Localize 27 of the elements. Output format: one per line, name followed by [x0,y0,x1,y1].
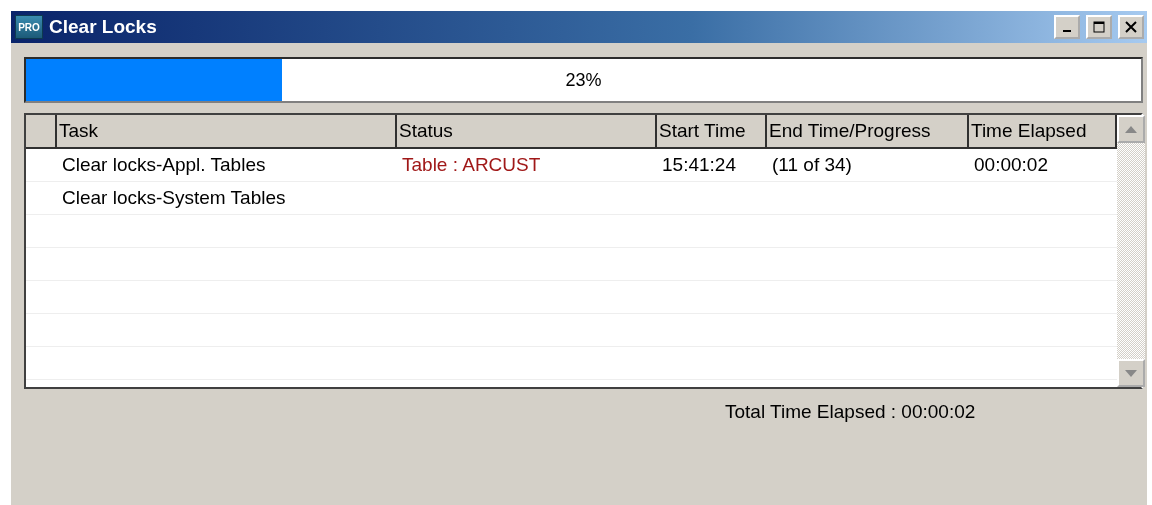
column-header[interactable]: Task [57,115,397,149]
maximize-icon [1093,21,1105,33]
up-arrow-icon [1125,125,1137,133]
scroll-up-button[interactable] [1117,115,1145,143]
table-cell-text: Table : ARCUST [401,153,542,177]
down-arrow-icon [1125,369,1137,377]
scrollbar[interactable] [1117,115,1145,387]
minimize-icon [1063,30,1071,32]
table-cell-text: 00:00:02 [973,153,1049,177]
column-header[interactable]: Status [397,115,657,149]
progress-percent: 23% [565,69,602,91]
window-title: Clear Locks [49,16,158,38]
column-header[interactable]: Time Elapsed [969,115,1117,149]
table-cell-text: Clear locks-System Tables [61,186,287,210]
app-logo: PRO [15,15,43,39]
total-time-elapsed: Total Time Elapsed : 00:00:02 [725,401,977,423]
minimize-button[interactable] [1054,15,1080,39]
column-header[interactable]: Start Time [657,115,767,149]
table-cell-text: (11 of 34) [771,153,853,177]
scroll-down-button[interactable] [1117,359,1145,387]
close-icon [1125,21,1137,33]
close-button[interactable] [1118,15,1144,39]
maximize-button[interactable] [1086,15,1112,39]
column-header[interactable]: End Time/Progress [767,115,969,149]
row-header-corner [26,115,57,149]
table-cell-text: 15:41:24 [661,153,737,177]
table-cell-text: Clear locks-Appl. Tables [61,153,267,177]
